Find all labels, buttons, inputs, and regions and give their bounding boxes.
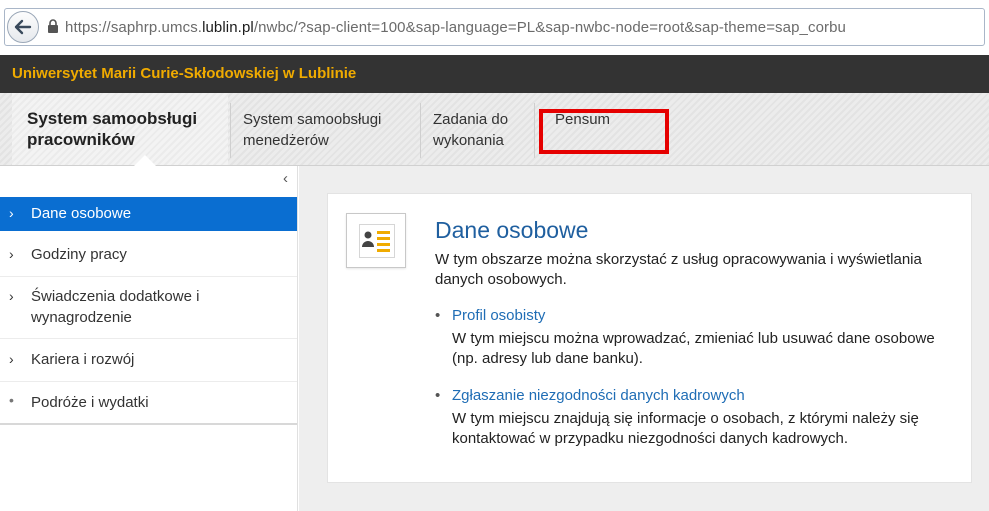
link-description: W tym miejscu znajdują się informacje o …	[452, 410, 919, 447]
tab-manager-self-service[interactable]: System samoobsługi menedżerów	[231, 93, 419, 165]
bullet-icon: •	[9, 392, 14, 408]
tab-bar: System samoobsługi pracowników System sa…	[0, 93, 989, 166]
card-title: Dane osobowe	[435, 217, 589, 243]
tab-label: System samoobsługi pracowników	[27, 109, 198, 149]
back-arrow-icon	[14, 19, 32, 35]
sidebar-item-personal-data[interactable]: › Dane osobowe	[0, 197, 297, 231]
tab-employee-self-service[interactable]: System samoobsługi pracowników	[12, 93, 228, 166]
link-report-data-discrepancy[interactable]: Zgłaszanie niezgodności danych kadrowych	[452, 387, 745, 404]
sidebar-bottom-border	[0, 423, 297, 425]
sidebar-item-label: Podróże i wydatki	[31, 394, 149, 411]
sidebar-item-label: Dane osobowe	[31, 205, 132, 222]
tab-tasks[interactable]: Zadania do wykonania	[421, 93, 533, 165]
chevron-right-icon: ›	[9, 351, 14, 367]
sidebar-item-label: Godziny pracy	[31, 246, 127, 263]
bullet-icon: •	[435, 307, 441, 324]
sidebar-divider	[0, 338, 297, 339]
sidebar-divider	[0, 381, 297, 382]
back-button[interactable]	[7, 11, 39, 43]
main-content: Dane osobowe W tym obszarze można skorzy…	[299, 166, 989, 511]
chevron-right-icon: ›	[9, 205, 14, 221]
sidebar-divider	[0, 276, 297, 277]
highlight-box	[539, 109, 669, 154]
url-field[interactable]: https://saphrp.umcs.lublin.pl/nwbc/?sap-…	[4, 8, 985, 46]
bullet-icon: •	[435, 387, 441, 404]
tab-label: System samoobsługi menedżerów	[243, 111, 382, 149]
collapse-sidebar-button[interactable]: ‹	[283, 170, 288, 187]
chevron-right-icon: ›	[9, 288, 14, 304]
browser-address-bar: https://saphrp.umcs.lublin.pl/nwbc/?sap-…	[0, 0, 989, 55]
service-card: Dane osobowe W tym obszarze można skorzy…	[327, 193, 972, 483]
sidebar: ‹ › Dane osobowe › Godziny pracy › Świad…	[0, 166, 298, 511]
university-title: Uniwersytet Marii Curie-Skłodowskiej w L…	[12, 65, 357, 82]
sidebar-item-travel[interactable]: • Podróże i wydatki	[0, 389, 297, 419]
tab-label: Zadania do wykonania	[433, 111, 509, 149]
sidebar-item-working-hours[interactable]: › Godziny pracy	[0, 241, 297, 271]
card-description: W tym obszarze można skorzystać z usług …	[435, 251, 922, 288]
sidebar-item-benefits[interactable]: › Świadczenia dodatkowe i wynagrodzenie	[0, 283, 297, 333]
active-tab-indicator	[134, 155, 156, 166]
sidebar-item-career[interactable]: › Kariera i rozwój	[0, 346, 297, 376]
chevron-right-icon: ›	[9, 246, 14, 262]
tab-divider	[534, 103, 535, 158]
link-description: W tym miejscu można wprowadzać, zmieniać…	[452, 330, 935, 367]
portal-header: Uniwersytet Marii Curie-Skłodowskiej w L…	[0, 55, 989, 93]
link-personal-profile[interactable]: Profil osobisty	[452, 307, 545, 324]
lock-icon	[48, 19, 58, 33]
url-text: https://saphrp.umcs.lublin.pl/nwbc/?sap-…	[65, 19, 846, 36]
sidebar-item-label: Kariera i rozwój	[31, 351, 135, 368]
sidebar-item-label: Świadczenia dodatkowe i wynagrodzenie	[31, 288, 200, 326]
contact-card-icon	[346, 213, 406, 268]
